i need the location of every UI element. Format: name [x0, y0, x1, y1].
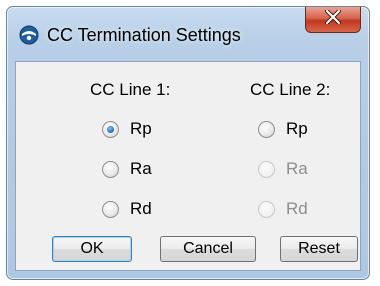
cc-line-2-header: CC Line 2: — [250, 80, 331, 99]
radio-button-disabled — [258, 160, 275, 178]
cc-line-2-rd-option: Rd — [258, 198, 308, 220]
radio-button[interactable] — [102, 120, 119, 138]
cc-line-1-rd-option[interactable]: Rd — [102, 198, 152, 220]
radio-label: Rp — [286, 119, 308, 138]
radio-button[interactable] — [258, 120, 275, 138]
radio-label: Rp — [130, 119, 152, 138]
radio-label: Rd — [286, 199, 308, 218]
radio-button[interactable] — [102, 200, 119, 218]
reset-button[interactable]: Reset — [280, 236, 358, 262]
close-icon — [325, 9, 341, 29]
app-icon — [19, 25, 39, 45]
close-button[interactable] — [305, 7, 361, 33]
ok-button[interactable]: OK — [52, 236, 132, 262]
radio-label: Ra — [130, 159, 152, 178]
radio-label: Ra — [286, 159, 308, 178]
dialog-window: CC Termination Settings CC Line 1: Rp Ra… — [6, 6, 370, 280]
cc-line-1-ra-option[interactable]: Ra — [102, 158, 152, 180]
dialog-client-area: CC Line 1: Rp Ra Rd CC Line 2: Rp Ra Rd — [15, 61, 361, 271]
cc-line-1-rp-option[interactable]: Rp — [102, 118, 152, 140]
radio-label: Rd — [130, 199, 152, 218]
cancel-button[interactable]: Cancel — [160, 236, 256, 262]
cc-line-1-header: CC Line 1: — [90, 80, 171, 99]
cc-line-2-ra-option: Ra — [258, 158, 308, 180]
title-bar[interactable]: CC Termination Settings — [7, 7, 369, 61]
radio-button[interactable] — [102, 160, 119, 178]
radio-button-disabled — [258, 200, 275, 218]
window-title: CC Termination Settings — [47, 25, 241, 45]
cc-line-2-rp-option[interactable]: Rp — [258, 118, 308, 140]
